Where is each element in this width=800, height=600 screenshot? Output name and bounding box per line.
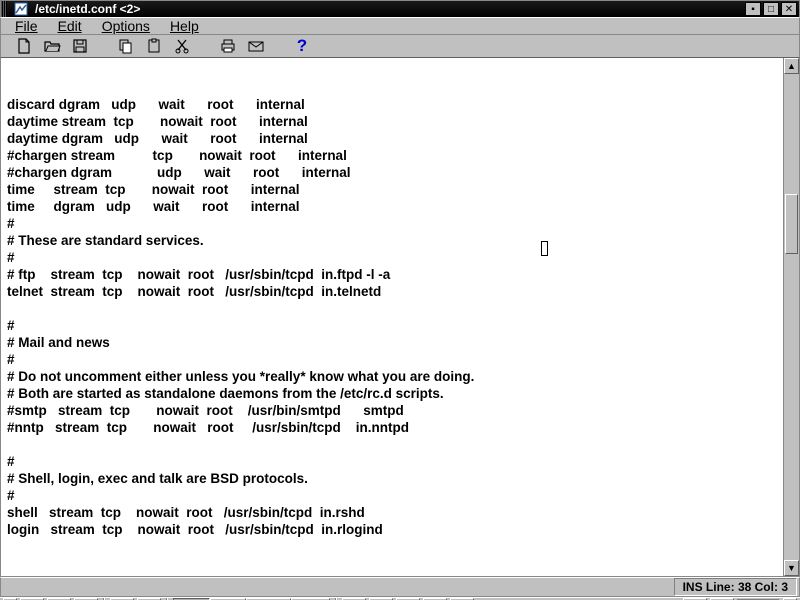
menu-edit[interactable]: Edit <box>58 18 82 34</box>
editor-line: # <box>7 351 777 368</box>
editor-line: # Both are started as standalone daemons… <box>7 385 777 402</box>
scroll-track[interactable] <box>784 74 799 560</box>
print-button[interactable] <box>217 35 239 57</box>
editor-line: # These are standard services. <box>7 232 777 249</box>
cut-button[interactable] <box>171 35 193 57</box>
editor-line: # Do not uncomment either unless you *re… <box>7 368 777 385</box>
status-bar: INS Line: 38 Col: 3 <box>0 577 800 597</box>
editor-line: daytime dgram udp wait root internal <box>7 130 777 147</box>
text-cursor <box>541 241 548 256</box>
editor-line: discard dgram udp wait root internal <box>7 96 777 113</box>
save-file-button[interactable] <box>69 35 91 57</box>
menu-help[interactable]: Help <box>170 18 199 34</box>
editor-line: login stream tcp nowait root /usr/sbin/t… <box>7 521 777 538</box>
open-file-button[interactable] <box>41 35 63 57</box>
editor-line: time stream tcp nowait root internal <box>7 181 777 198</box>
scroll-up-arrow[interactable]: ▲ <box>784 58 799 74</box>
insert-mode: INS <box>683 580 703 594</box>
col-label: Col: <box>755 580 778 594</box>
toolbar: ? <box>0 35 800 57</box>
app-icon <box>13 1 29 17</box>
scroll-thumb[interactable] <box>785 194 798 254</box>
editor-line: shell stream tcp nowait root /usr/sbin/t… <box>7 504 777 521</box>
status-panel: INS Line: 38 Col: 3 <box>674 578 797 596</box>
editor-line: #nntp stream tcp nowait root /usr/sbin/t… <box>7 419 777 436</box>
titlebar-grip <box>1 1 7 17</box>
menu-file[interactable]: File <box>15 18 38 34</box>
editor-line: # <box>7 317 777 334</box>
window-title: /etc/inetd.conf <2> <box>33 2 745 16</box>
editor-line <box>7 300 777 317</box>
scroll-down-arrow[interactable]: ▼ <box>784 560 799 576</box>
text-editor[interactable]: discard dgram udp wait root internaldayt… <box>1 58 783 576</box>
menu-bar: File Edit Options Help <box>0 17 800 35</box>
editor-line: # ftp stream tcp nowait root /usr/sbin/t… <box>7 266 777 283</box>
minimize-button[interactable]: ▪ <box>745 2 761 16</box>
paste-button[interactable] <box>143 35 165 57</box>
editor-line: # Shell, login, exec and talk are BSD pr… <box>7 470 777 487</box>
line-label: Line: <box>706 580 735 594</box>
line-number: 38 <box>738 580 751 594</box>
editor-line: # Mail and news <box>7 334 777 351</box>
close-button[interactable]: ✕ <box>781 2 797 16</box>
editor-line <box>7 436 777 453</box>
mail-button[interactable] <box>245 35 267 57</box>
col-number: 3 <box>781 580 788 594</box>
maximize-button[interactable]: □ <box>763 2 779 16</box>
menu-options[interactable]: Options <box>102 18 150 34</box>
editor-line: #smtp stream tcp nowait root /usr/bin/sm… <box>7 402 777 419</box>
new-file-button[interactable] <box>13 35 35 57</box>
copy-button[interactable] <box>115 35 137 57</box>
editor-line: #chargen dgram udp wait root internal <box>7 164 777 181</box>
editor-line: daytime stream tcp nowait root internal <box>7 113 777 130</box>
window-titlebar: /etc/inetd.conf <2> ▪ □ ✕ <box>0 0 800 17</box>
editor-line: #chargen stream tcp nowait root internal <box>7 147 777 164</box>
editor-line: telnet stream tcp nowait root /usr/sbin/… <box>7 283 777 300</box>
vertical-scrollbar[interactable]: ▲ ▼ <box>783 58 799 576</box>
editor-line: # <box>7 487 777 504</box>
editor-line: # <box>7 249 777 266</box>
editor-line: # <box>7 453 777 470</box>
editor-line: time dgram udp wait root internal <box>7 198 777 215</box>
help-button[interactable]: ? <box>291 36 313 56</box>
editor-area: discard dgram udp wait root internaldayt… <box>0 57 800 577</box>
editor-line: # <box>7 215 777 232</box>
